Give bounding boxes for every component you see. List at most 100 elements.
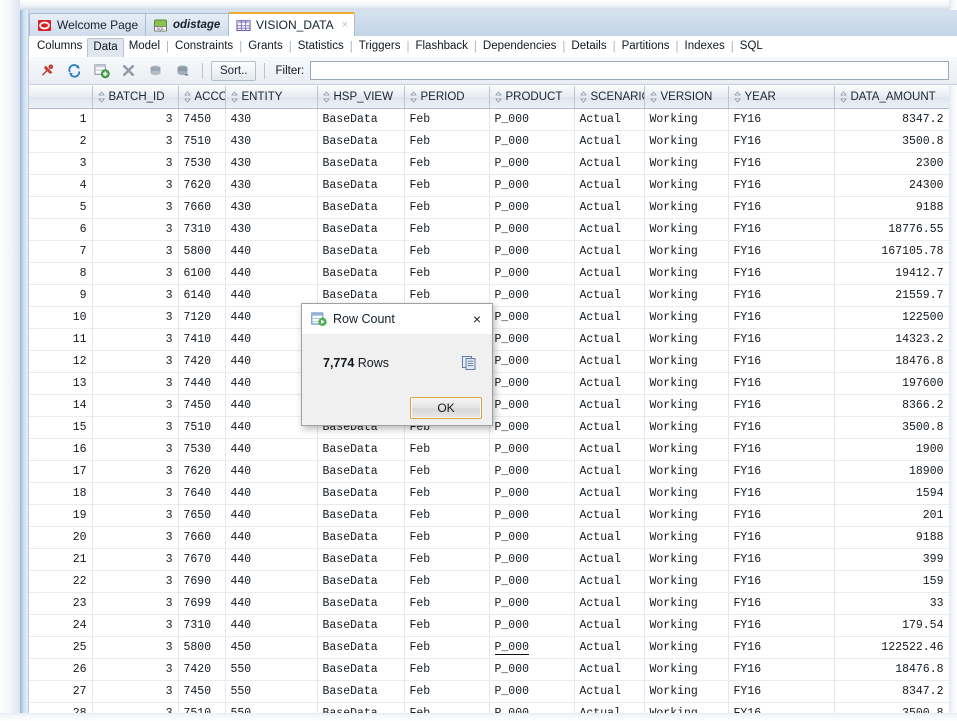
cell-year[interactable]: FY16 <box>728 262 834 284</box>
cell-data-amount[interactable]: 8366.2 <box>834 394 949 416</box>
cell-entity[interactable]: 430 <box>225 130 317 152</box>
cell-period[interactable]: Feb <box>404 262 489 284</box>
cell-product[interactable]: P_000 <box>489 658 574 680</box>
cell-year[interactable]: FY16 <box>728 680 834 702</box>
cell-version[interactable]: Working <box>644 196 728 218</box>
cell-year[interactable]: FY16 <box>728 350 834 372</box>
cell-hsp-view[interactable]: BaseData <box>317 592 404 614</box>
cell-batch-id[interactable]: 3 <box>92 570 178 592</box>
cell-batch-id[interactable]: 3 <box>92 130 178 152</box>
cell-hsp-view[interactable]: BaseData <box>317 636 404 658</box>
row-number-cell[interactable]: 19 <box>29 504 92 526</box>
cell-entity[interactable]: 430 <box>225 174 317 196</box>
cell-product[interactable]: P_000 <box>489 460 574 482</box>
cell-period[interactable]: Feb <box>404 174 489 196</box>
cell-account[interactable]: 7510 <box>178 702 225 713</box>
cell-data-amount[interactable]: 399 <box>834 548 949 570</box>
cell-product[interactable]: P_000 <box>489 438 574 460</box>
cell-scenario[interactable]: Actual <box>574 372 644 394</box>
cell-version[interactable]: Working <box>644 504 728 526</box>
cell-version[interactable]: Working <box>644 570 728 592</box>
cell-entity[interactable]: 440 <box>225 460 317 482</box>
cell-year[interactable]: FY16 <box>728 372 834 394</box>
cell-batch-id[interactable]: 3 <box>92 702 178 713</box>
cell-period[interactable]: Feb <box>404 548 489 570</box>
cell-year[interactable]: FY16 <box>728 636 834 658</box>
cell-year[interactable]: FY16 <box>728 218 834 240</box>
column-header-scenario[interactable]: SCENARIO <box>574 86 644 108</box>
cell-scenario[interactable]: Actual <box>574 174 644 196</box>
cell-entity[interactable]: 440 <box>225 592 317 614</box>
cell-product[interactable]: P_000 <box>489 570 574 592</box>
cell-data-amount[interactable]: 14323.2 <box>834 328 949 350</box>
subtab-statistics[interactable]: Statistics <box>293 38 349 56</box>
cell-year[interactable]: FY16 <box>728 394 834 416</box>
cell-year[interactable]: FY16 <box>728 548 834 570</box>
column-header-hsp-view[interactable]: HSP_VIEW <box>317 86 404 108</box>
cell-batch-id[interactable]: 3 <box>92 174 178 196</box>
cell-account[interactable]: 7440 <box>178 372 225 394</box>
delete-row-icon[interactable] <box>116 60 140 82</box>
cell-product[interactable]: P_000 <box>489 526 574 548</box>
row-number-cell[interactable]: 6 <box>29 218 92 240</box>
row-number-cell[interactable]: 7 <box>29 240 92 262</box>
row-number-cell[interactable]: 4 <box>29 174 92 196</box>
cell-version[interactable]: Working <box>644 416 728 438</box>
cell-version[interactable]: Working <box>644 702 728 713</box>
cell-data-amount[interactable]: 3500.8 <box>834 416 949 438</box>
cell-product[interactable]: P_000 <box>489 284 574 306</box>
close-icon[interactable]: × <box>468 310 486 328</box>
subtab-details[interactable]: Details <box>566 38 611 56</box>
cell-batch-id[interactable]: 3 <box>92 350 178 372</box>
cell-entity[interactable]: 440 <box>225 504 317 526</box>
cell-period[interactable]: Feb <box>404 438 489 460</box>
cell-year[interactable]: FY16 <box>728 482 834 504</box>
table-row[interactable]: 537660430BaseDataFebP_000ActualWorkingFY… <box>29 196 949 218</box>
cell-scenario[interactable]: Actual <box>574 526 644 548</box>
cell-account[interactable]: 6100 <box>178 262 225 284</box>
cell-hsp-view[interactable]: BaseData <box>317 108 404 130</box>
commit-icon[interactable] <box>143 60 167 82</box>
subtab-data[interactable]: Data <box>87 38 123 58</box>
cell-entity[interactable]: 550 <box>225 702 317 713</box>
cell-data-amount[interactable]: 18476.8 <box>834 658 949 680</box>
cell-product[interactable]: P_000 <box>489 614 574 636</box>
cell-version[interactable]: Working <box>644 680 728 702</box>
cell-data-amount[interactable]: 3500.8 <box>834 702 949 713</box>
cell-hsp-view[interactable]: BaseData <box>317 196 404 218</box>
cell-scenario[interactable]: Actual <box>574 504 644 526</box>
cell-year[interactable]: FY16 <box>728 570 834 592</box>
cell-batch-id[interactable]: 3 <box>92 460 178 482</box>
cell-data-amount[interactable]: 159 <box>834 570 949 592</box>
cell-batch-id[interactable]: 3 <box>92 240 178 262</box>
cell-scenario[interactable]: Actual <box>574 130 644 152</box>
column-header-product[interactable]: PRODUCT <box>489 86 574 108</box>
cell-hsp-view[interactable]: BaseData <box>317 614 404 636</box>
table-row[interactable]: 735800440BaseDataFebP_000ActualWorkingFY… <box>29 240 949 262</box>
row-number-cell[interactable]: 13 <box>29 372 92 394</box>
cell-data-amount[interactable]: 9188 <box>834 526 949 548</box>
cell-data-amount[interactable]: 18776.55 <box>834 218 949 240</box>
cell-hsp-view[interactable]: BaseData <box>317 152 404 174</box>
cell-account[interactable]: 7530 <box>178 152 225 174</box>
cell-hsp-view[interactable]: BaseData <box>317 504 404 526</box>
cell-year[interactable]: FY16 <box>728 504 834 526</box>
cell-data-amount[interactable]: 24300 <box>834 174 949 196</box>
cell-year[interactable]: FY16 <box>728 416 834 438</box>
close-icon[interactable]: × <box>342 20 348 31</box>
cell-product[interactable]: P_000 <box>489 196 574 218</box>
cell-period[interactable]: Feb <box>404 130 489 152</box>
cell-entity[interactable]: 440 <box>225 614 317 636</box>
cell-version[interactable]: Working <box>644 372 728 394</box>
cell-batch-id[interactable]: 3 <box>92 152 178 174</box>
cell-period[interactable]: Feb <box>404 658 489 680</box>
subtab-indexes[interactable]: Indexes <box>680 38 730 56</box>
cell-version[interactable]: Working <box>644 482 728 504</box>
cell-account[interactable]: 7450 <box>178 108 225 130</box>
cell-version[interactable]: Working <box>644 526 728 548</box>
cell-version[interactable]: Working <box>644 130 728 152</box>
cell-scenario[interactable]: Actual <box>574 394 644 416</box>
cell-period[interactable]: Feb <box>404 592 489 614</box>
cell-account[interactable]: 7420 <box>178 350 225 372</box>
row-number-cell[interactable]: 9 <box>29 284 92 306</box>
